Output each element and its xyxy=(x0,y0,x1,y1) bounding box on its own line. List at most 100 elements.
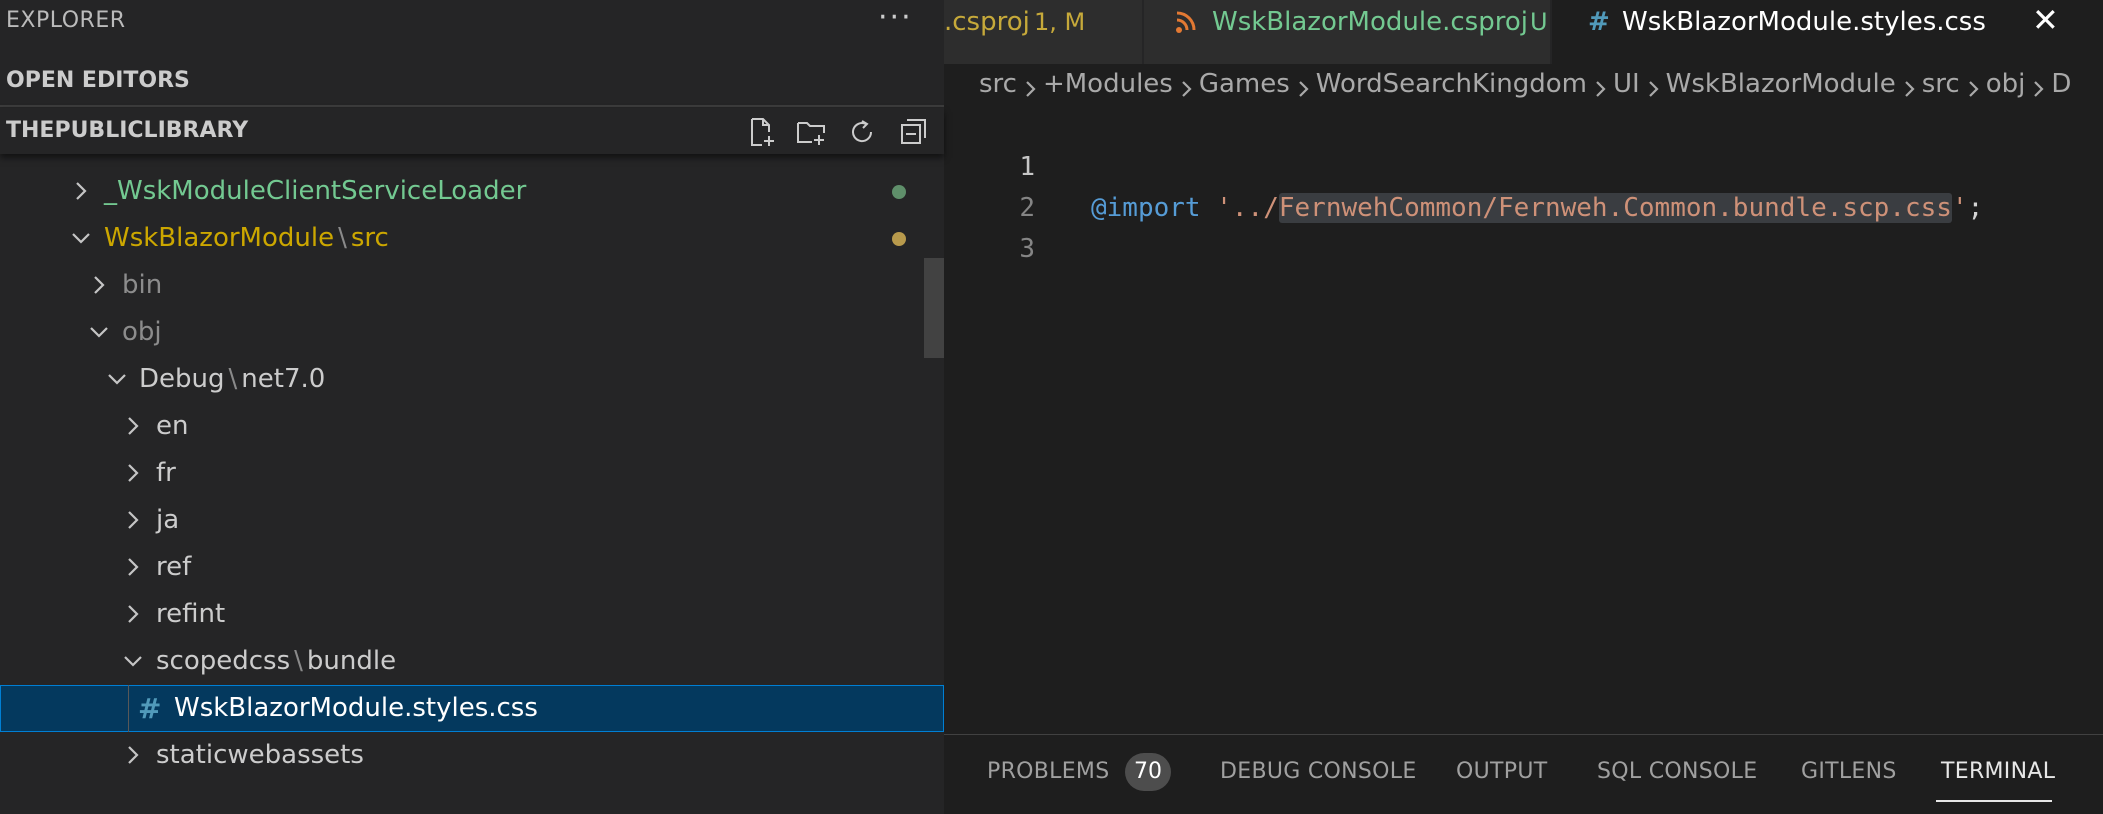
git-status-dot xyxy=(892,185,906,199)
file-item[interactable]: # WskBlazorModule.styles.css xyxy=(0,685,944,732)
breadcrumb-item[interactable]: +Modules xyxy=(1043,62,1173,106)
open-editors-section[interactable]: OPEN EDITORS xyxy=(0,60,944,104)
chevron-right-icon xyxy=(1173,69,1199,97)
section-divider xyxy=(0,105,944,107)
open-editors-label: OPEN EDITORS xyxy=(6,68,190,93)
project-name: THEPUBLICLIBRARY xyxy=(6,118,249,143)
tab-label: .csproj xyxy=(944,7,1030,37)
folder-item[interactable]: staticwebassets xyxy=(0,732,944,779)
breadcrumb-item[interactable]: src xyxy=(979,62,1017,106)
chevron-right-icon[interactable] xyxy=(120,591,148,638)
chevron-down-icon[interactable] xyxy=(86,309,114,356)
chevron-right-icon xyxy=(1017,69,1043,97)
chevron-right-icon[interactable] xyxy=(86,262,114,309)
more-actions-icon[interactable]: ··· xyxy=(878,0,913,35)
problems-count-badge: 70 xyxy=(1125,753,1171,791)
tree-item-subfolder: src xyxy=(350,223,389,253)
file-tree: UI_WskModuleClientServiceLoaderWskBlazor… xyxy=(0,145,944,814)
chevron-down-icon[interactable] xyxy=(104,356,132,403)
chevron-right-icon[interactable] xyxy=(120,450,148,497)
chevron-right-icon xyxy=(1960,69,1986,97)
folder-item[interactable]: _WskModuleClientServiceLoader xyxy=(0,168,944,215)
tab-sql-console[interactable]: SQL CONSOLE xyxy=(1597,759,1757,784)
tree-item-label: refint xyxy=(156,591,225,638)
bottom-panel: PROBLEMS 70 DEBUG CONSOLE OUTPUT SQL CON… xyxy=(944,734,2103,814)
breadcrumb-item[interactable]: UI xyxy=(1613,62,1640,106)
sidebar-scrollbar[interactable] xyxy=(924,258,944,358)
folder-item[interactable]: refint xyxy=(0,591,944,638)
close-icon[interactable]: ✕ xyxy=(2032,0,2059,42)
tab-csproj[interactable]: .csproj 1, M xyxy=(944,0,1142,64)
tab-problems[interactable]: PROBLEMS xyxy=(987,759,1109,784)
tree-item-label: staticwebassets xyxy=(156,732,364,779)
tree-item-label: obj xyxy=(122,309,162,356)
tree-item-name: Debug xyxy=(139,364,225,394)
code-line: 1 @import '../FernwehCommon/Fernweh.Comm… xyxy=(944,106,2103,223)
tab-label: WskBlazorModule.styles.css xyxy=(1622,7,1986,37)
compact-folder-separator: \ xyxy=(338,223,347,253)
tab-wskblazormodule-styles-css[interactable]: # WskBlazorModule.styles.css ✕ xyxy=(1552,0,2103,64)
breadcrumb-item[interactable]: Games xyxy=(1199,62,1290,106)
tree-item-label: _WskModuleClientServiceLoader xyxy=(104,168,526,215)
new-folder-icon[interactable] xyxy=(792,114,830,150)
chevron-right-icon[interactable] xyxy=(120,403,148,450)
folder-item[interactable]: scopedcss \ bundle xyxy=(0,638,944,685)
tree-item-label: Debug \ net7.0 xyxy=(139,356,325,403)
breadcrumb-item[interactable]: D xyxy=(2051,62,2071,106)
breadcrumb-item[interactable]: WordSearchKingdom xyxy=(1316,62,1587,106)
chevron-right-icon xyxy=(1640,69,1666,97)
tab-terminal[interactable]: TERMINAL xyxy=(1941,759,2055,784)
tree-item-label: en xyxy=(156,403,188,450)
folder-item[interactable]: fr xyxy=(0,450,944,497)
tree-item-label: WskBlazorModule \ src xyxy=(104,215,389,262)
collapse-all-icon[interactable] xyxy=(895,114,933,150)
tree-item-label: scopedcss \ bundle xyxy=(156,638,396,685)
explorer-title: EXPLORER xyxy=(6,8,126,33)
tree-item-name: obj xyxy=(122,317,162,347)
tree-item-label: WskBlazorModule.styles.css xyxy=(174,685,538,732)
chevron-right-icon[interactable] xyxy=(68,168,96,215)
tab-gitlens[interactable]: GITLENS xyxy=(1801,759,1897,784)
folder-item[interactable]: WskBlazorModule \ src xyxy=(0,215,944,262)
folder-item[interactable]: ja xyxy=(0,497,944,544)
tab-label: WskBlazorModule.csproj xyxy=(1212,7,1528,37)
code-line: 2 xyxy=(944,147,2103,223)
tree-item-name: fr xyxy=(156,458,176,488)
chevron-down-icon[interactable] xyxy=(68,215,96,262)
tab-status: 1, M xyxy=(1034,8,1086,36)
folder-item[interactable]: en xyxy=(0,403,944,450)
folder-item[interactable]: ref xyxy=(0,544,944,591)
chevron-right-icon xyxy=(2025,69,2051,97)
chevron-right-icon[interactable] xyxy=(120,732,148,779)
css-file-icon: # xyxy=(1588,7,1610,37)
tree-item-name: refint xyxy=(156,599,226,629)
chevron-right-icon[interactable] xyxy=(120,544,148,591)
breadcrumb-item[interactable]: src xyxy=(1922,62,1960,106)
tab-output[interactable]: OUTPUT xyxy=(1456,759,1547,784)
tree-item-name: scopedcss xyxy=(156,646,291,676)
tab-wskblazormodule-csproj[interactable]: WskBlazorModule.csproj U xyxy=(1144,0,1550,64)
chevron-down-icon[interactable] xyxy=(120,638,148,685)
project-section-header[interactable]: THEPUBLICLIBRARY xyxy=(0,108,944,154)
folder-item[interactable]: bin xyxy=(0,262,944,309)
chevron-right-icon[interactable] xyxy=(120,497,148,544)
tree-item-name: bin xyxy=(122,270,163,300)
tab-debug-console[interactable]: DEBUG CONSOLE xyxy=(1220,759,1417,784)
breadcrumb-item[interactable]: WskBlazorModule xyxy=(1666,62,1896,106)
refresh-icon[interactable] xyxy=(843,114,881,150)
explorer-sidebar: EXPLORER ··· OPEN EDITORS THEPUBLICLIBRA… xyxy=(0,0,944,814)
compact-folder-separator: \ xyxy=(294,646,303,676)
tree-item-label: ja xyxy=(156,497,179,544)
chevron-right-icon xyxy=(1587,69,1613,97)
new-file-icon[interactable] xyxy=(742,114,780,150)
css-file-icon: # xyxy=(138,692,162,725)
tree-item-subfolder: bundle xyxy=(306,646,397,676)
tab-status: U xyxy=(1530,8,1548,36)
tree-item-name: ref xyxy=(156,552,192,582)
line-number: 3 xyxy=(1019,234,1035,264)
breadcrumb-item[interactable]: obj xyxy=(1986,62,2026,106)
tree-item-name: ja xyxy=(156,505,180,535)
compact-folder-separator: \ xyxy=(228,364,238,394)
folder-item[interactable]: Debug \ net7.0 xyxy=(0,356,944,403)
folder-item[interactable]: obj xyxy=(0,309,944,356)
